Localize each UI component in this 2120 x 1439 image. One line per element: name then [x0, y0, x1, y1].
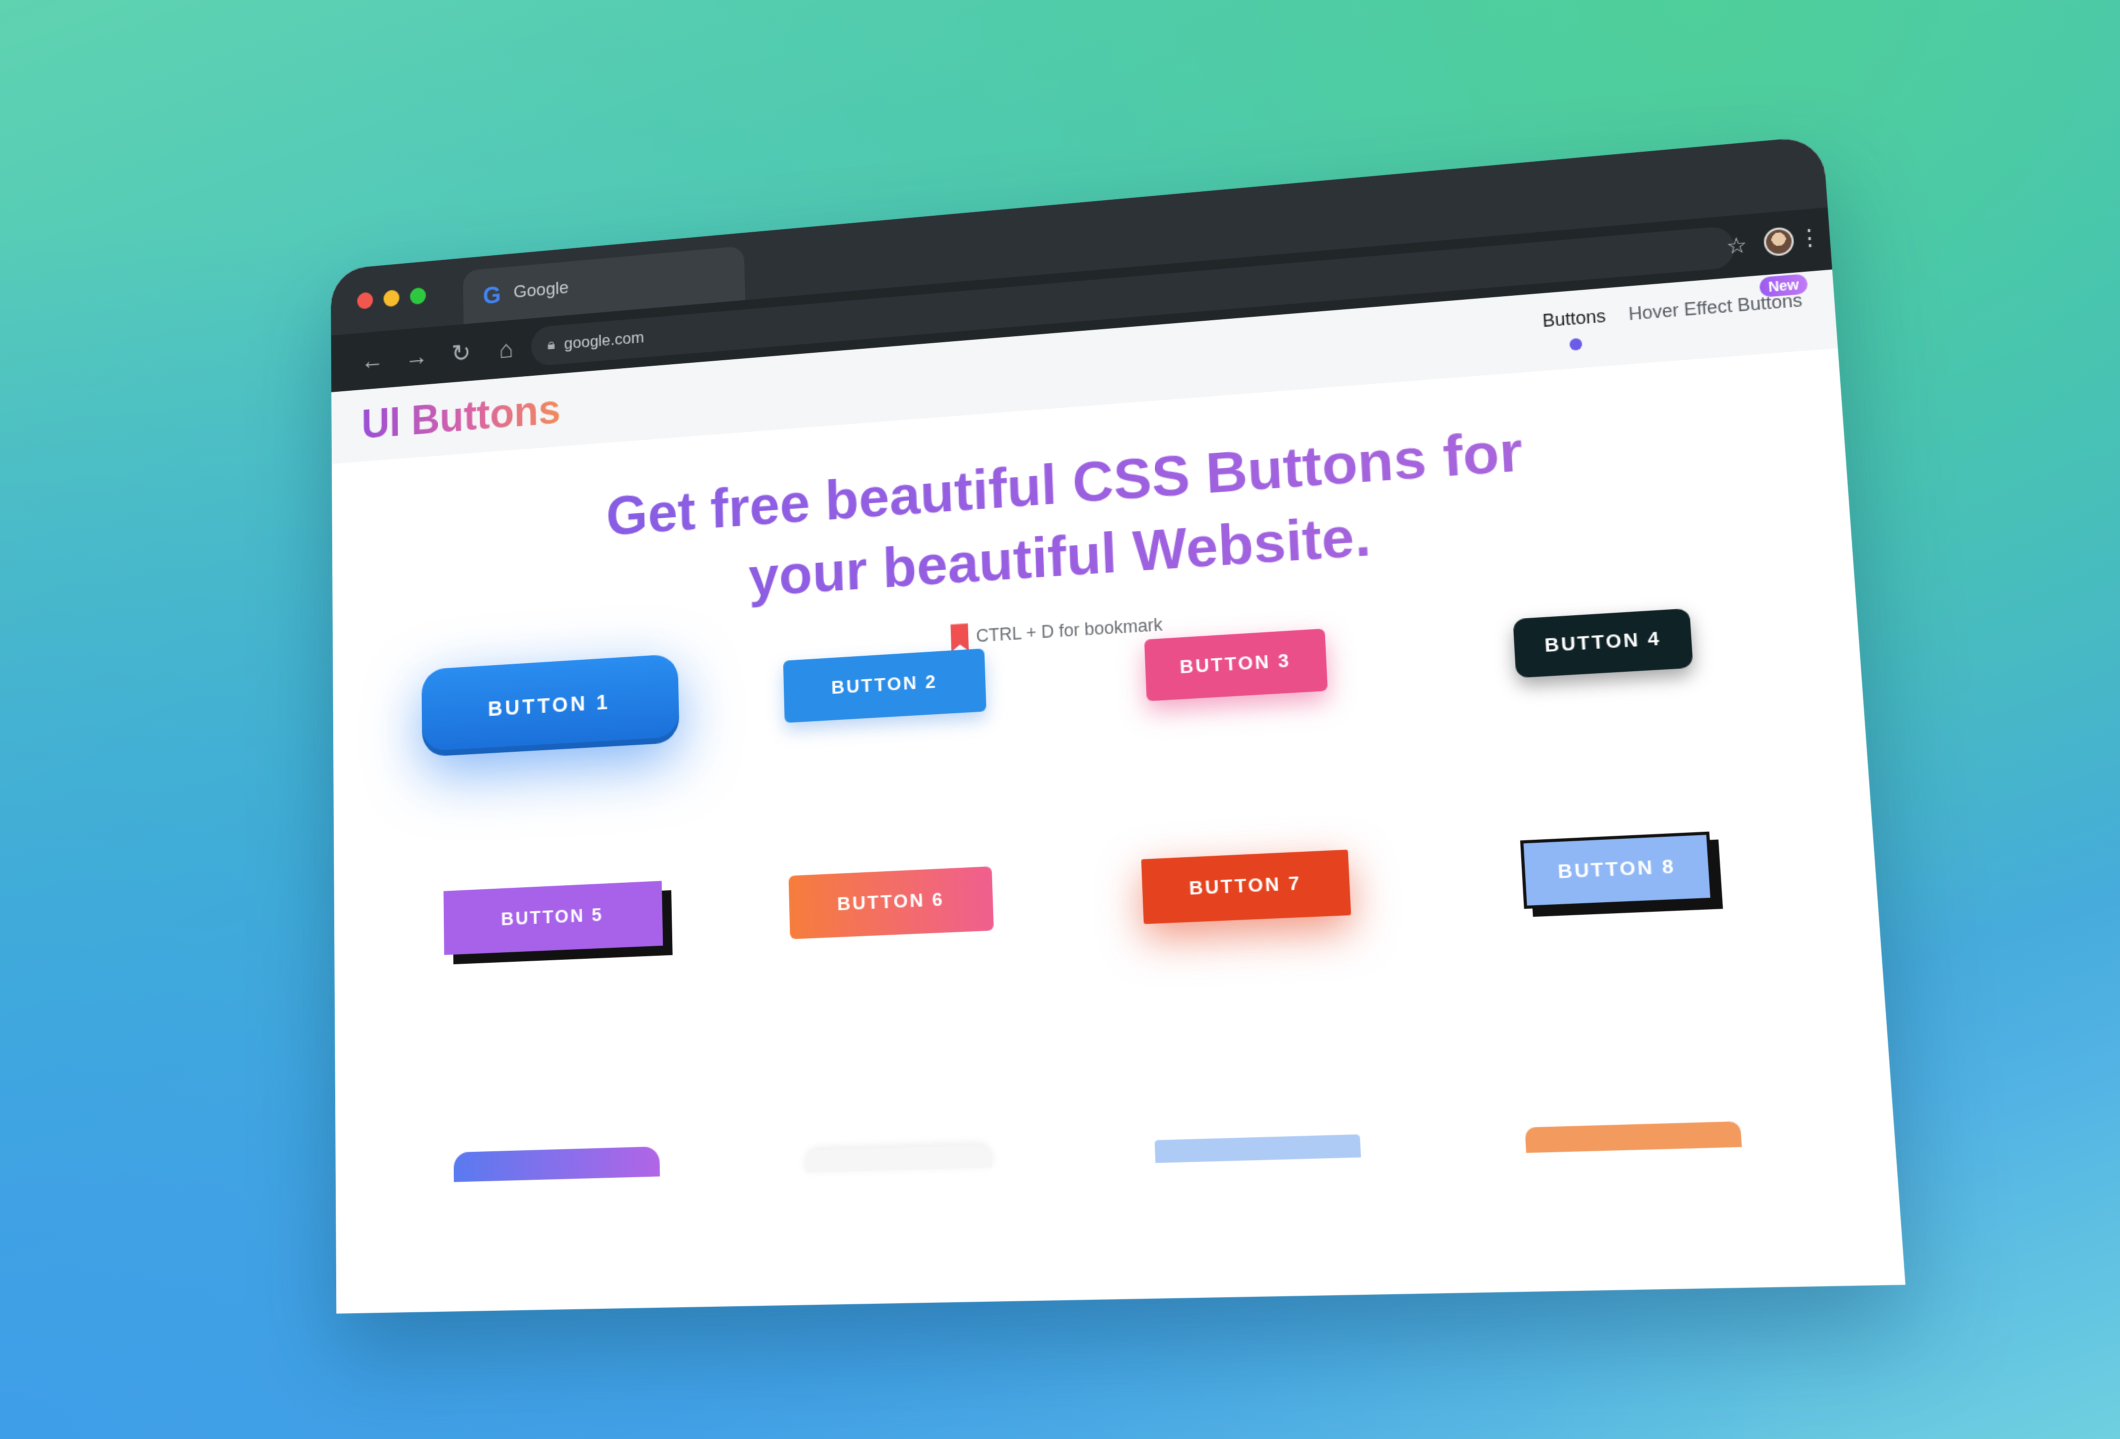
window-controls	[357, 287, 426, 310]
close-window-button[interactable]	[357, 291, 374, 310]
kebab-icon[interactable]: ⋮	[1797, 224, 1822, 252]
demo-button-10-partial[interactable]	[805, 1144, 993, 1173]
nav-item-buttons[interactable]: Buttons	[1541, 306, 1607, 351]
site-nav: Buttons Hover Effect Buttons New	[1541, 273, 1809, 351]
lock-icon: 🔒︎	[547, 336, 556, 354]
nav-item-label: Buttons	[1541, 306, 1607, 331]
demo-button-5[interactable]: BUTTON 5	[443, 880, 663, 955]
demo-button-9-partial[interactable]	[453, 1146, 660, 1183]
profile-avatar[interactable]	[1763, 226, 1795, 257]
reload-icon[interactable]: ↻	[439, 337, 484, 369]
demo-button-12-partial[interactable]	[1525, 1121, 1743, 1153]
demo-button-1[interactable]: BUTTON 1	[421, 653, 680, 758]
nav-item-hover-effect-buttons[interactable]: Hover Effect Buttons New	[1628, 273, 1809, 325]
buttons-grid: BUTTON 1 BUTTON 2 BUTTON 3 BUTTON 4 BUTT…	[333, 582, 1895, 1186]
arrow-left-icon[interactable]: ←	[350, 344, 394, 376]
demo-button-11-partial[interactable]	[1154, 1134, 1361, 1163]
minimize-window-button[interactable]	[383, 289, 400, 308]
demo-button-6[interactable]: BUTTON 6	[788, 866, 995, 940]
site-logo[interactable]: UI Buttons	[361, 387, 561, 449]
home-icon[interactable]: ⌂	[483, 333, 528, 365]
url-text: google.com	[563, 328, 645, 353]
demo-button-4[interactable]: BUTTON 4	[1513, 608, 1694, 679]
maximize-window-button[interactable]	[409, 287, 426, 305]
demo-button-2[interactable]: BUTTON 2	[783, 648, 987, 723]
tab-title: Google	[513, 278, 569, 303]
demo-button-8[interactable]: BUTTON 8	[1520, 831, 1715, 909]
demo-button-3[interactable]: BUTTON 3	[1143, 628, 1328, 702]
background-stage: G Google ← → ↻ ⌂ 🔒︎ google.com ☆ ⋮ UI Bu…	[0, 0, 2120, 1439]
browser-window: G Google ← → ↻ ⌂ 🔒︎ google.com ☆ ⋮ UI Bu…	[330, 135, 1906, 1314]
google-icon: G	[482, 279, 502, 310]
star-icon[interactable]: ☆	[1725, 232, 1748, 260]
active-indicator	[1568, 337, 1583, 351]
demo-button-7[interactable]: BUTTON 7	[1140, 849, 1351, 925]
arrow-right-icon[interactable]: →	[394, 341, 439, 373]
